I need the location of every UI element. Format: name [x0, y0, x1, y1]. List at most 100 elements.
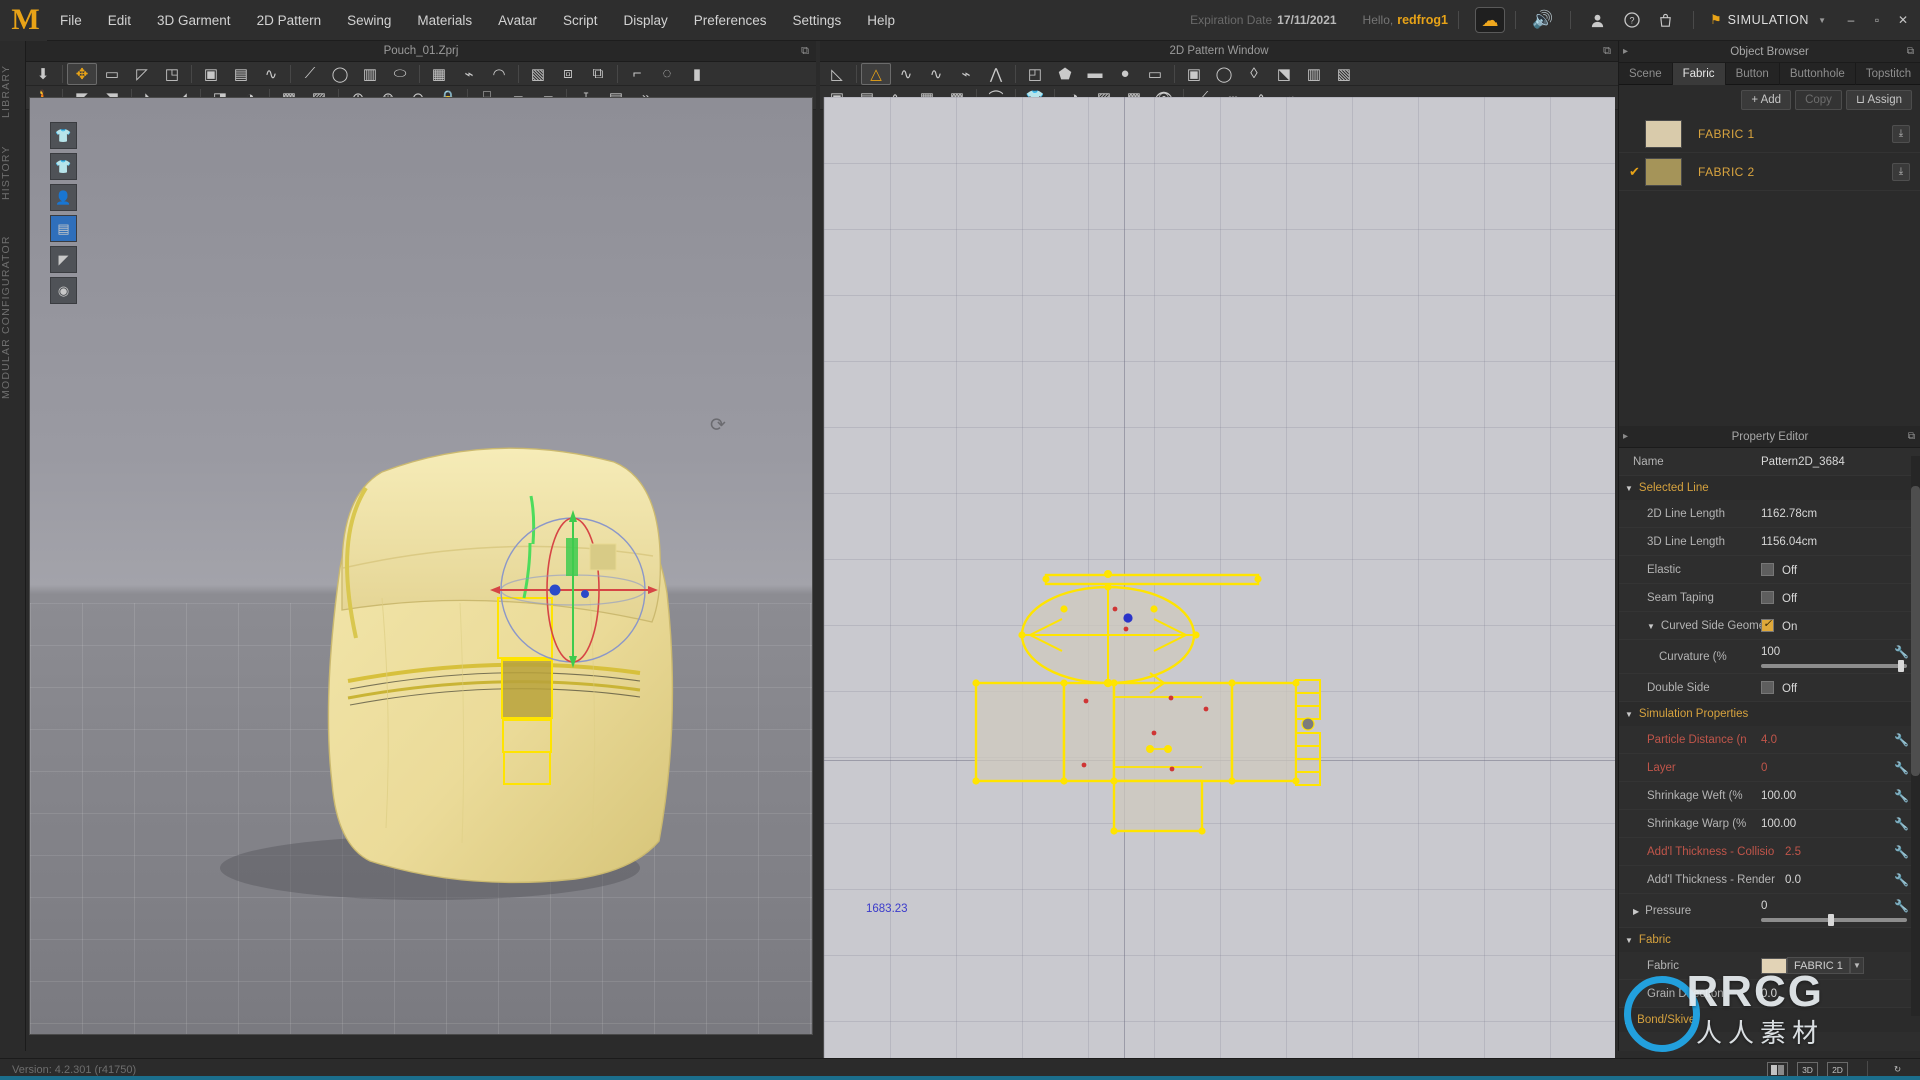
- fold-pattern-tool[interactable]: ◰: [1020, 63, 1050, 85]
- tab-fabric[interactable]: Fabric: [1672, 63, 1726, 85]
- curve-seam-tool[interactable]: ∿: [256, 63, 286, 85]
- edit-pattern-tool[interactable]: ◺: [822, 63, 852, 85]
- tab-button[interactable]: Button: [1726, 63, 1780, 85]
- row-curvature[interactable]: Curvature (% 100 🔧: [1619, 640, 1920, 674]
- row-value[interactable]: 0: [1761, 762, 1894, 774]
- slider-knob[interactable]: [1898, 660, 1905, 672]
- tape-tool[interactable]: ◯: [325, 63, 355, 85]
- close-button[interactable]: ✕: [1890, 7, 1916, 33]
- copy-button[interactable]: Copy: [1795, 90, 1842, 110]
- 3d-viewport[interactable]: 👕 👕 👤 ▤ ◤ ◉ ⟳: [29, 97, 813, 1035]
- edit-curve-point-tool[interactable]: △: [861, 62, 891, 85]
- polygon-tool[interactable]: ⬟: [1050, 63, 1080, 85]
- rail-library[interactable]: LIBRARY: [0, 53, 26, 129]
- measure-tool[interactable]: ⌐: [622, 63, 652, 85]
- double-side-checkbox[interactable]: [1761, 680, 1774, 694]
- row-particle-distance[interactable]: Particle Distance (n 4.0 🔧: [1619, 726, 1920, 754]
- chevron-down-icon[interactable]: ▼: [1625, 484, 1633, 493]
- row-addl-thickness-render[interactable]: Add'l Thickness - Render 0.0 🔧: [1619, 866, 1920, 894]
- chevron-down-icon[interactable]: ▼: [1625, 936, 1633, 945]
- menu-3d-garment[interactable]: 3D Garment: [144, 0, 244, 41]
- minimize-button[interactable]: –: [1838, 7, 1864, 33]
- section-simulation-properties[interactable]: ▼ Simulation Properties: [1619, 702, 1920, 726]
- box-select-tool[interactable]: ◸: [127, 63, 157, 85]
- chevron-down-icon[interactable]: ▼: [1647, 622, 1655, 631]
- menu-2d-pattern[interactable]: 2D Pattern: [244, 0, 335, 41]
- notch-tool[interactable]: ⬔: [1269, 63, 1299, 85]
- fabric-swatch[interactable]: [1645, 119, 1682, 148]
- ruler-tool[interactable]: ▮: [682, 63, 712, 85]
- transform-tool[interactable]: ✥: [67, 62, 97, 85]
- slider-knob[interactable]: [1828, 914, 1835, 926]
- curvature-slider[interactable]: [1761, 660, 1907, 672]
- garment-fit-tool[interactable]: ▧: [523, 63, 553, 85]
- popout-icon[interactable]: ⧉: [801, 45, 809, 58]
- folding-arrangement[interactable]: ▦: [424, 63, 454, 85]
- row-value[interactable]: 100.00: [1761, 790, 1894, 802]
- dart-tool[interactable]: ◊: [1239, 63, 1269, 85]
- section-fabric[interactable]: ▼ Fabric: [1619, 928, 1920, 952]
- row-value[interactable]: 100.00: [1761, 818, 1894, 830]
- rail-history[interactable]: HISTORY: [0, 137, 26, 209]
- speaker-icon[interactable]: 🔊: [1526, 5, 1560, 35]
- gravity-tool[interactable]: ⬇: [28, 63, 58, 85]
- tab-topstitch[interactable]: Topstitch: [1856, 63, 1920, 85]
- inner-circle-tool[interactable]: ◯: [1209, 63, 1239, 85]
- row-layer[interactable]: Layer 0 🔧: [1619, 754, 1920, 782]
- arrange-tool[interactable]: ⧉: [583, 63, 613, 85]
- inner-rect-tool[interactable]: ▣: [1179, 63, 1209, 85]
- row-shrinkage-warp[interactable]: Shrinkage Warp (% 100.00 🔧: [1619, 810, 1920, 838]
- split-line-tool[interactable]: ⌁: [951, 63, 981, 85]
- rectangle-tool[interactable]: ▬: [1080, 63, 1110, 85]
- row-value[interactable]: 2.5: [1785, 846, 1894, 858]
- row-shrinkage-weft[interactable]: Shrinkage Weft (% 100.00 🔧: [1619, 782, 1920, 810]
- edit-pin-tool[interactable]: ⌁: [454, 63, 484, 85]
- row-value[interactable]: 0.0: [1785, 874, 1894, 886]
- cylinder-pin-tool[interactable]: ⬭: [385, 63, 415, 85]
- row-double-side[interactable]: Double Side Off: [1619, 674, 1920, 702]
- menu-help[interactable]: Help: [854, 0, 908, 41]
- row-value[interactable]: 0.0: [1761, 988, 1917, 1000]
- fabric-select-value[interactable]: FABRIC 1: [1787, 957, 1850, 974]
- rect-select-tool[interactable]: ▭: [97, 63, 127, 85]
- add-point-tool[interactable]: ∿: [921, 63, 951, 85]
- row-value[interactable]: 4.0: [1761, 734, 1894, 746]
- tab-scene[interactable]: Scene: [1619, 63, 1673, 85]
- row-pressure[interactable]: ▶ Pressure 0 🔧: [1619, 894, 1920, 928]
- row-seam-taping[interactable]: Seam Taping Off: [1619, 584, 1920, 612]
- assign-button[interactable]: ⊔ Assign: [1845, 90, 1912, 110]
- pattern-fold-tool[interactable]: ◳: [157, 63, 187, 85]
- chevron-down-icon[interactable]: ▼: [1849, 957, 1864, 974]
- pleat-fold-tool[interactable]: ▥: [1299, 63, 1329, 85]
- elastic-checkbox[interactable]: [1761, 562, 1774, 576]
- collapse-icon[interactable]: ▸: [1623, 46, 1628, 57]
- circle-tool[interactable]: ●: [1110, 63, 1140, 85]
- chevron-down-icon[interactable]: ▼: [1625, 710, 1633, 719]
- menu-file[interactable]: File: [47, 0, 95, 41]
- menu-avatar[interactable]: Avatar: [485, 0, 550, 41]
- download-icon[interactable]: ⤓: [1892, 162, 1910, 181]
- add-button[interactable]: + Add: [1741, 90, 1792, 110]
- download-icon[interactable]: ⤓: [1892, 124, 1910, 143]
- fabric-swatch[interactable]: [1645, 157, 1682, 186]
- curved-side-geometry-checkbox[interactable]: [1761, 617, 1774, 632]
- menu-sewing[interactable]: Sewing: [334, 0, 404, 41]
- popout-icon[interactable]: ⧉: [1908, 431, 1915, 442]
- 2d-viewport[interactable]: 1683.23: [823, 97, 1615, 1080]
- name-value[interactable]: Pattern2D_3684: [1761, 456, 1917, 468]
- pin-tool[interactable]: ▣: [196, 63, 226, 85]
- menu-settings[interactable]: Settings: [780, 0, 855, 41]
- maximize-button[interactable]: ▫: [1864, 7, 1890, 33]
- tack-tool[interactable]: ⟋: [295, 63, 325, 85]
- scrollbar-thumb[interactable]: [1911, 486, 1920, 776]
- menu-preferences[interactable]: Preferences: [681, 0, 780, 41]
- fabric-list-item[interactable]: FABRIC 1 ⤓: [1619, 115, 1920, 153]
- collapse-icon[interactable]: ▸: [1623, 431, 1628, 442]
- rail-modular-configurator[interactable]: MODULAR CONFIGURATOR: [0, 217, 26, 417]
- cloud-icon[interactable]: ☁: [1474, 7, 1505, 33]
- edit-curvature-tool[interactable]: ∿: [891, 63, 921, 85]
- fabric-list-item[interactable]: ✔ FABRIC 2 ⤓: [1619, 153, 1920, 191]
- popout-icon[interactable]: ⧉: [1907, 46, 1914, 57]
- chevron-down-icon[interactable]: ▼: [1818, 16, 1826, 25]
- tab-buttonhole[interactable]: Buttonhole: [1780, 63, 1856, 85]
